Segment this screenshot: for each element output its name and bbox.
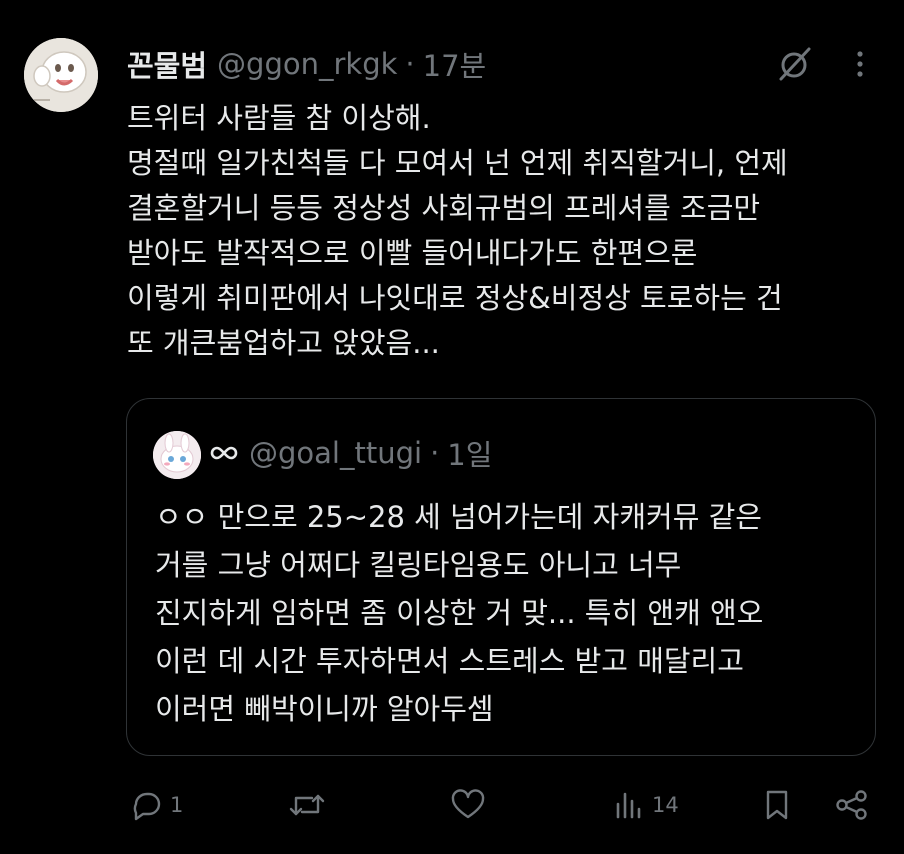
- display-name[interactable]: 꼰물범: [127, 43, 207, 85]
- reply-count: 1: [170, 793, 184, 817]
- tweet-text-line: 결혼할거니 등등 정상성 사회규범의 프레셔를 조금만: [127, 191, 761, 225]
- views-bar-chart-icon: [616, 792, 641, 819]
- quoted-user-handle[interactable]: @goal_ttugi: [249, 436, 422, 470]
- tweet-text-line: 받아도 발작적으로 이빨 들어내다가도 한편으론: [127, 236, 698, 270]
- tweet-text-line: 트위터 사람들 참 이상해.: [127, 101, 431, 135]
- quoted-text-line: 거를 그냥 어쩌다 킬링타임용도 아니고 너무: [155, 548, 682, 582]
- tweet-text-line: 이렇게 취미판에서 나잇대로 정상&비정상 토로하는 건: [127, 281, 783, 315]
- infinity-icon: [210, 446, 238, 460]
- timestamp[interactable]: 17분: [423, 43, 487, 85]
- user-handle[interactable]: @ggon_rkgk: [217, 47, 397, 81]
- tweet-text-line: 또 개큰붐업하고 앉았음...: [127, 326, 440, 360]
- author-avatar[interactable]: [24, 38, 98, 112]
- heart-icon: [451, 789, 485, 819]
- quoted-tweet[interactable]: @goal_ttugi · 1일 ㅇㅇ 만으로 25~28 세 넘어가는데 자캐…: [126, 398, 876, 756]
- like-button[interactable]: [450, 780, 492, 830]
- tweet-header: 꼰물범 @ggon_rkgk · 17분: [127, 44, 486, 84]
- share-icon: [836, 790, 867, 820]
- reply-button[interactable]: 1: [130, 780, 183, 830]
- quoted-text-line: 이런 데 시간 투자하면서 스트레스 받고 매달리고: [155, 644, 744, 678]
- action-bar: 1 14: [0, 780, 904, 830]
- grok-button[interactable]: [776, 44, 814, 84]
- retweet-button[interactable]: [288, 780, 332, 830]
- tweet-text-line: 명절때 일가친척들 다 모여서 넌 언제 취직할거니, 언제: [127, 146, 788, 180]
- tweet[interactable]: 꼰물범 @ggon_rkgk · 17분 트위터 사람들 참 이상해. 명절때 …: [0, 0, 904, 854]
- more-options-button[interactable]: [846, 46, 874, 82]
- views-button[interactable]: 14: [612, 780, 679, 830]
- views-count: 14: [652, 793, 679, 817]
- quoted-avatar-illustration: [153, 431, 201, 479]
- tweet-text: 트위터 사람들 참 이상해. 명절때 일가친척들 다 모여서 넌 언제 취직할거…: [127, 96, 887, 366]
- separator-dot: ·: [405, 47, 415, 81]
- quoted-text-line: 이러면 빼박이니까 알아두셈: [155, 692, 494, 726]
- bookmark-button[interactable]: [760, 780, 794, 830]
- grok-icon: [779, 47, 811, 81]
- quoted-author-avatar[interactable]: [153, 431, 201, 479]
- quoted-tweet-text: ㅇㅇ 만으로 25~28 세 넘어가는데 자캐커뮤 같은 거를 그냥 어쩌다 킬…: [155, 493, 763, 733]
- quoted-text-line: 진지하게 임하면 좀 이상한 거 맞... 특히 앤캐 앤오: [155, 596, 764, 630]
- retweet-icon: [289, 794, 325, 816]
- avatar-illustration: [24, 38, 98, 112]
- more-dots-icon: [857, 51, 863, 77]
- quoted-timestamp[interactable]: 1일: [447, 432, 492, 474]
- share-button[interactable]: [834, 780, 870, 830]
- reply-icon: [133, 792, 161, 821]
- quoted-tweet-header: @goal_ttugi · 1일: [209, 433, 492, 473]
- separator-dot: ·: [430, 436, 440, 470]
- bookmark-icon: [766, 790, 788, 820]
- quoted-text-line: ㅇㅇ 만으로 25~28 세 넘어가는데 자캐커뮤 같은: [155, 500, 762, 534]
